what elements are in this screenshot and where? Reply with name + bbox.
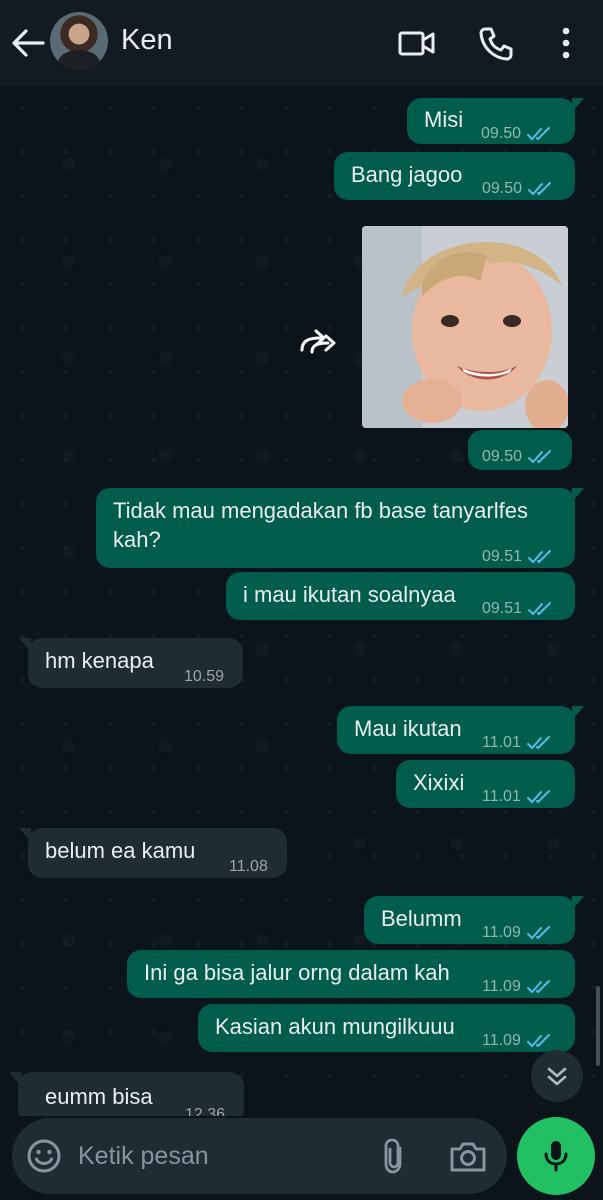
message-time: 09.50 — [481, 125, 522, 142]
image-caption-bubble[interactable]: 09.50 — [468, 430, 572, 470]
message-time: 09.50 — [482, 448, 523, 465]
read-ticks-icon — [526, 790, 550, 804]
message-composer — [12, 1118, 507, 1194]
message-text: Bang jagoo — [351, 162, 463, 187]
message-text-line2: kah? — [113, 527, 161, 552]
avatar-shirt — [58, 50, 100, 70]
message-text: belum ea kamu — [45, 838, 196, 863]
read-ticks-icon — [528, 602, 552, 616]
message-meta: 09.50 — [481, 119, 553, 149]
message-meta: 11.01 — [482, 728, 553, 758]
message-text: Tidak mau mengadakan fb base tanyarlfes — [113, 498, 528, 523]
message-time: 09.51 — [482, 600, 523, 617]
scroll-to-bottom-button[interactable] — [531, 1050, 583, 1102]
voice-record-button[interactable] — [517, 1117, 595, 1195]
message-text: hm kenapa — [45, 648, 154, 673]
chat-area[interactable]: Misi 09.50 Bang jagoo 09.50 09.50 Tidak … — [0, 86, 603, 1116]
message-time: 11.08 — [229, 858, 268, 875]
message-meta: 10.59 — [184, 662, 224, 692]
chat-scrollbar[interactable] — [596, 986, 600, 1066]
outgoing-message[interactable]: Bang jagoo 09.50 — [334, 152, 575, 200]
message-time: 11.01 — [482, 788, 521, 805]
incoming-message[interactable]: hm kenapa 10.59 — [19, 638, 243, 688]
message-text: Ini ga bisa jalur orng dalam kah — [144, 960, 450, 985]
message-text: Xixixi — [413, 770, 465, 795]
message-meta: 11.09 — [482, 972, 553, 1002]
child-photo-image — [362, 226, 568, 428]
message-meta: 09.51 — [482, 542, 554, 572]
emoji-icon[interactable] — [24, 1136, 64, 1176]
outgoing-message[interactable]: i mau ikutan soalnyaa 09.51 — [226, 572, 575, 620]
message-text: Mau ikutan — [354, 716, 462, 741]
message-meta: 09.51 — [482, 594, 554, 624]
message-time: 11.09 — [482, 924, 521, 941]
message-meta: 09.50 — [482, 174, 554, 204]
incoming-message[interactable]: eumm bisa 12.36 — [9, 1072, 244, 1116]
read-ticks-icon — [527, 127, 551, 141]
contact-name[interactable]: Ken — [121, 24, 173, 57]
read-ticks-icon — [528, 550, 552, 564]
message-text: i mau ikutan soalnyaa — [243, 582, 456, 607]
read-ticks-icon — [526, 980, 550, 994]
message-time: 09.50 — [482, 180, 523, 197]
read-ticks-icon — [528, 450, 552, 464]
read-ticks-icon — [528, 182, 552, 196]
message-meta: 11.09 — [482, 918, 553, 948]
outgoing-message[interactable]: Ini ga bisa jalur orng dalam kah 11.09 — [127, 950, 575, 998]
message-time: 11.09 — [482, 1032, 521, 1049]
message-input[interactable] — [78, 1136, 368, 1176]
message-time: 10.59 — [184, 668, 225, 685]
message-meta: 11.09 — [482, 1026, 553, 1056]
message-meta: 11.08 — [229, 852, 268, 882]
message-text: Belumm — [381, 906, 462, 931]
message-meta: 11.01 — [482, 782, 553, 812]
message-time: 09.51 — [482, 548, 523, 565]
message-time: 11.01 — [482, 734, 521, 751]
more-vert-icon[interactable] — [552, 24, 580, 62]
outgoing-message[interactable]: Belumm 11.09 — [364, 896, 584, 944]
incoming-message[interactable]: belum ea kamu 11.08 — [19, 828, 287, 878]
message-meta: 12.36 — [185, 1100, 225, 1116]
read-ticks-icon — [526, 736, 550, 750]
outgoing-message[interactable]: Mau ikutan 11.01 — [337, 706, 584, 754]
message-text: eumm bisa — [45, 1084, 153, 1109]
phone-icon[interactable] — [476, 24, 516, 62]
forward-icon[interactable] — [298, 326, 338, 360]
chat-header: Ken — [0, 0, 603, 86]
double-chevron-down-icon — [547, 1067, 567, 1086]
contact-avatar[interactable] — [50, 12, 108, 70]
attach-icon[interactable] — [378, 1136, 410, 1176]
camera-icon[interactable] — [448, 1138, 488, 1174]
read-ticks-icon — [526, 926, 550, 940]
message-time: 12.36 — [185, 1106, 226, 1116]
shared-photo[interactable] — [362, 226, 568, 428]
message-text: Misi — [424, 107, 464, 132]
message-meta: 09.50 — [482, 442, 554, 472]
outgoing-message[interactable]: Misi 09.50 — [407, 98, 584, 144]
message-time: 11.09 — [482, 978, 521, 995]
read-ticks-icon — [526, 1034, 550, 1048]
microphone-icon — [544, 1141, 568, 1172]
outgoing-message[interactable]: Kasian akun mungilkuuu 11.09 — [198, 1004, 575, 1052]
outgoing-message[interactable]: Tidak mau mengadakan fb base tanyarlfes … — [96, 488, 584, 568]
message-text: Kasian akun mungilkuuu — [215, 1014, 455, 1039]
outgoing-message[interactable]: Xixixi 11.01 — [396, 760, 575, 808]
video-call-icon[interactable] — [396, 24, 436, 62]
back-arrow-icon[interactable] — [10, 26, 46, 60]
